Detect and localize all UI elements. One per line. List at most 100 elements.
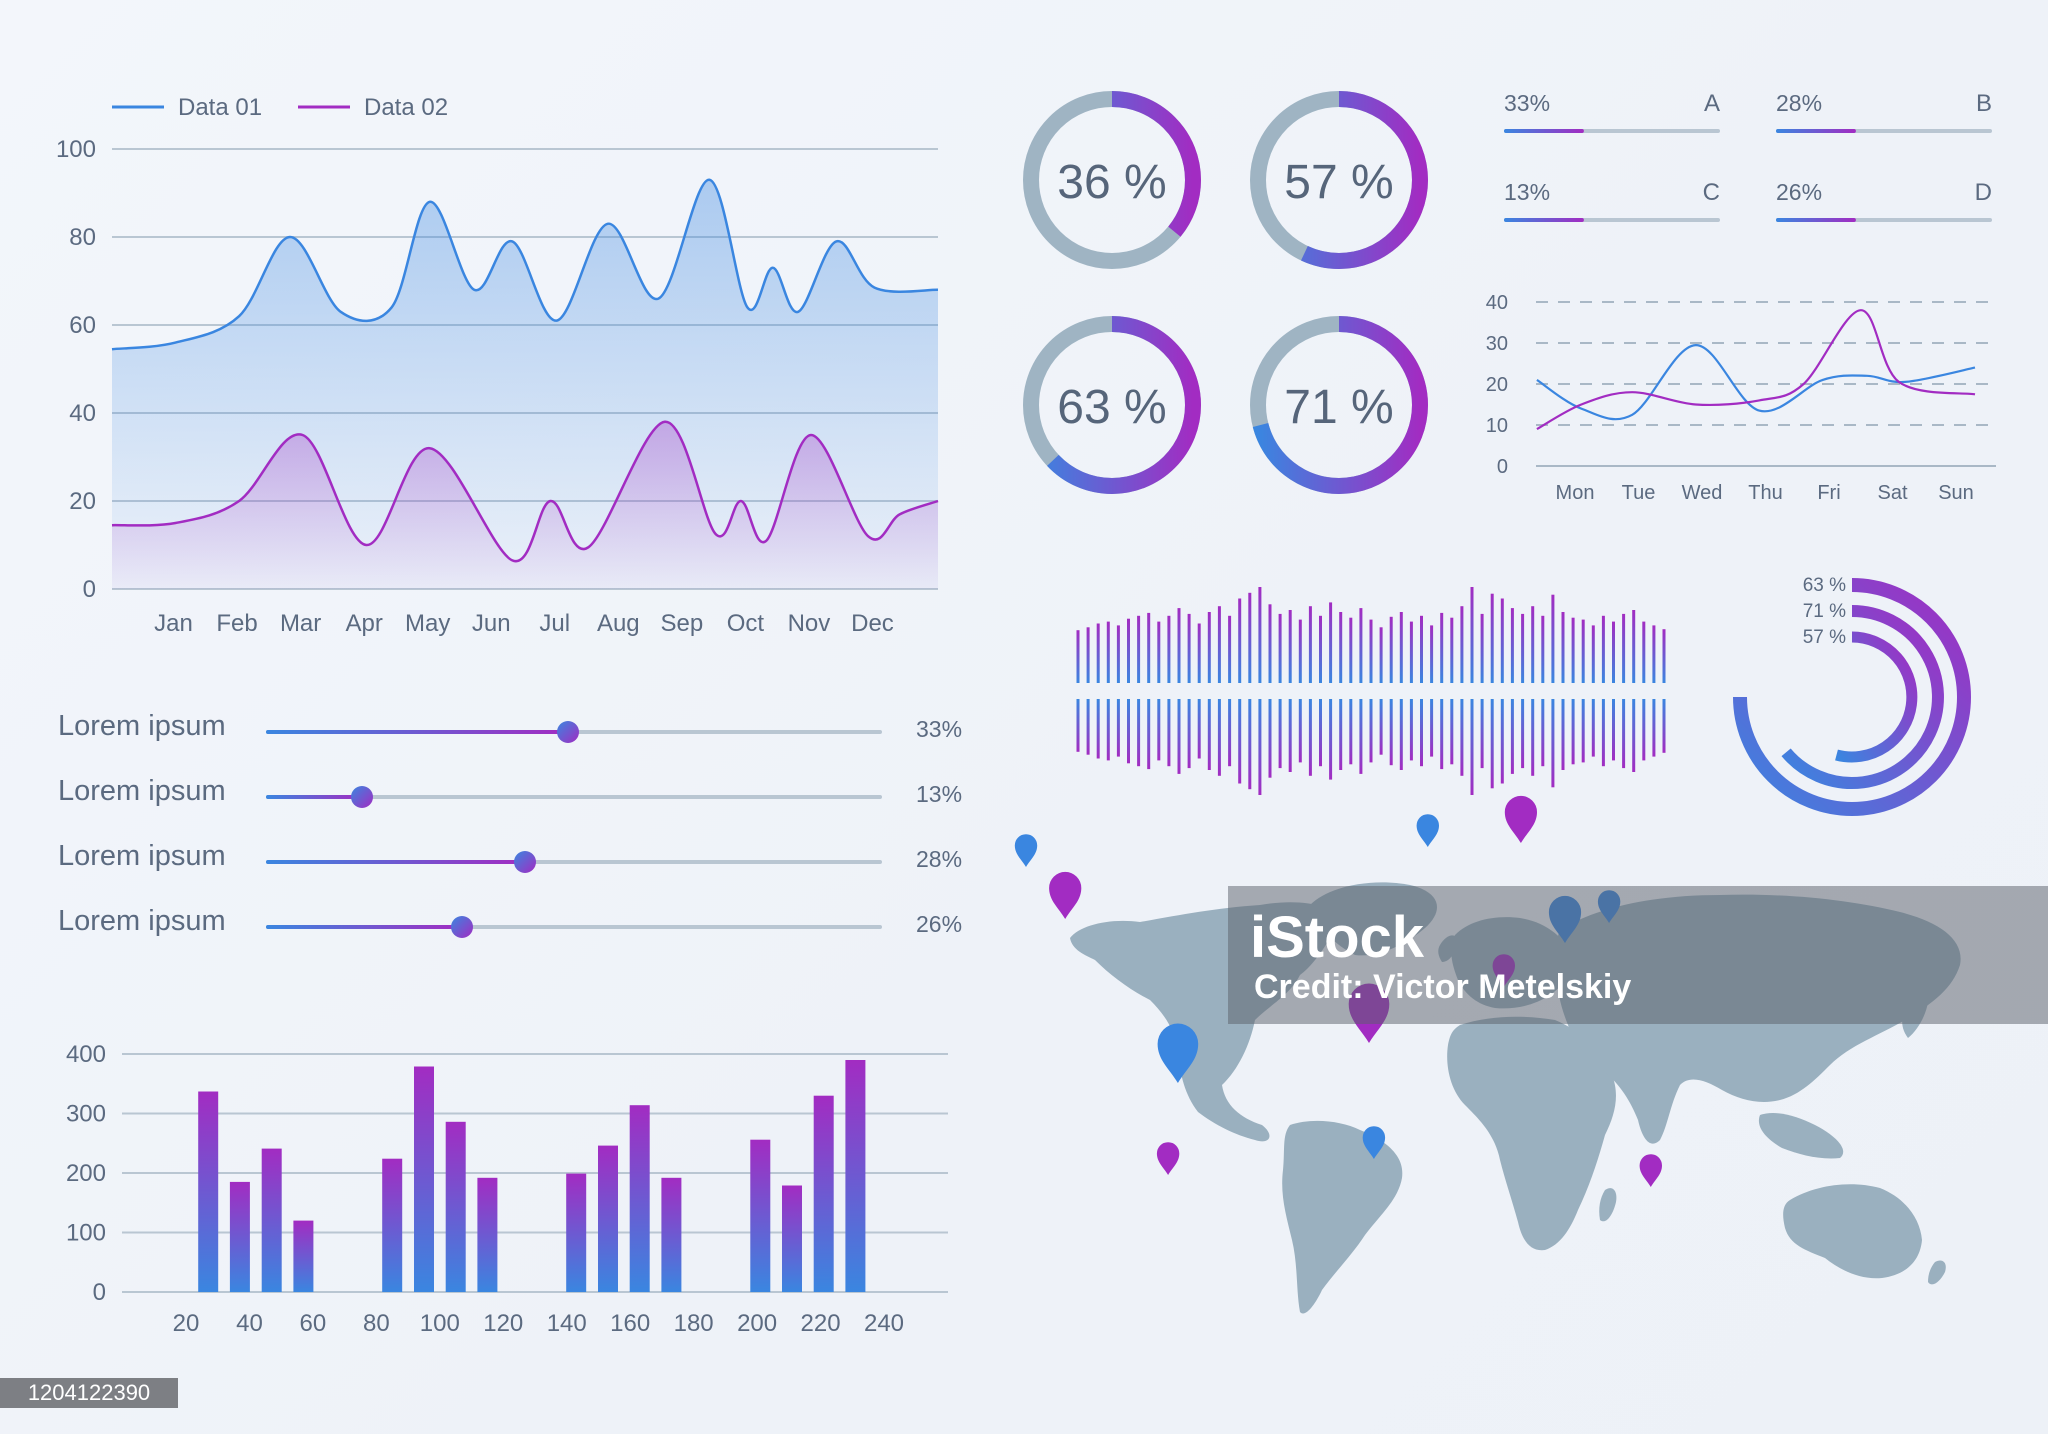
waveform-bar-top xyxy=(1632,610,1636,683)
world-map xyxy=(1014,795,1961,1314)
radial-label: 71 % xyxy=(1803,601,1846,622)
waveform-bar-top xyxy=(1157,621,1161,683)
slider-track[interactable] xyxy=(266,851,882,873)
map-pin-blue xyxy=(1416,814,1439,847)
waveform-bar-top xyxy=(1440,612,1444,683)
slider-track[interactable] xyxy=(266,786,882,808)
bar-chart: 0 100 200 300 400 20 40 60 80 100 120 140 160 180 200 2… xyxy=(66,1041,948,1337)
area-x-tick: Feb xyxy=(216,610,257,637)
waveform-bar-top xyxy=(1207,612,1211,683)
waveform-bar-bottom xyxy=(1450,699,1454,765)
waveform-bar-bottom xyxy=(1258,699,1262,795)
waveform-bar-top xyxy=(1106,621,1110,683)
slider-thumb[interactable] xyxy=(556,721,579,743)
bar-x-tick: 200 xyxy=(737,1310,777,1337)
map-pin-purple xyxy=(1156,1142,1180,1175)
waveform-bar-bottom xyxy=(1207,699,1211,770)
waveform-bar-bottom xyxy=(1662,699,1666,753)
slider-value: 28% xyxy=(916,846,963,872)
area-chart: Data 01 Data 02 0 20 40 60 80 100 Jan Feb Mar Ap… xyxy=(56,94,939,637)
bar-x-tick: 80 xyxy=(363,1310,390,1337)
waveform-bar-top xyxy=(1339,612,1343,683)
bar-g2-4 xyxy=(477,1177,498,1292)
waveform-bar-top xyxy=(1116,625,1120,683)
waveform-bar-bottom xyxy=(1379,699,1383,755)
waveform-bar-top xyxy=(1561,612,1565,683)
waveform-bar-top xyxy=(1329,602,1333,683)
waveform-bar-top xyxy=(1409,621,1413,683)
progress-fill xyxy=(1504,129,1584,133)
waveform-bar-bottom xyxy=(1228,699,1232,767)
donut-label: 36 % xyxy=(1057,156,1166,209)
waveform-bar-top xyxy=(1359,608,1363,683)
map-pin-purple xyxy=(1049,871,1082,919)
waveform-bar-bottom xyxy=(1248,699,1252,790)
watermark-brand: iStock xyxy=(1250,905,1425,970)
waveform-bar-bottom xyxy=(1551,699,1555,788)
weekly-line-chart: 0 10 20 30 40 Mon Tue Wed Thu Fri Sat Sun xyxy=(1486,292,1996,504)
week-line-series-1 xyxy=(1536,343,1976,421)
progress-name: B xyxy=(1976,90,1992,117)
week-x-tick: Sun xyxy=(1938,482,1974,504)
australia-shape xyxy=(1783,1184,1922,1279)
stock-id-label: 1204122390 xyxy=(0,1378,178,1408)
waveform-bar-bottom xyxy=(1440,699,1444,770)
waveform-bar-bottom xyxy=(1096,699,1100,759)
waveform-bar-top xyxy=(1076,630,1080,683)
watermark-credit: Credit: Victor Metelskiy xyxy=(1254,968,1632,1006)
bar-y-tick: 0 xyxy=(93,1279,106,1306)
map-pin-blue xyxy=(1014,834,1038,867)
waveform-bar-bottom xyxy=(1339,699,1343,770)
progress-name: A xyxy=(1704,90,1720,117)
waveform-bar-top xyxy=(1258,587,1262,683)
week-x-tick: Mon xyxy=(1556,482,1595,504)
slider-track[interactable] xyxy=(266,916,882,938)
waveform-bar-top xyxy=(1420,615,1423,683)
waveform-bar-top xyxy=(1622,613,1626,683)
week-x-tick: Thu xyxy=(1748,482,1782,504)
area-x-tick: Oct xyxy=(727,610,765,637)
waveform-bar-top xyxy=(1127,618,1130,683)
bar-g4-2 xyxy=(782,1185,802,1292)
slider-label: Lorem ipsum xyxy=(58,775,226,807)
bar-g1-1 xyxy=(198,1091,219,1292)
radial-label: 63 % xyxy=(1803,575,1846,596)
waveform-bar-top xyxy=(1480,613,1484,683)
waveform-bar-bottom xyxy=(1197,699,1201,759)
waveform-bar-top xyxy=(1086,627,1090,683)
bar-g2-1 xyxy=(382,1158,403,1292)
waveform-bar-bottom xyxy=(1177,699,1181,774)
waveform-bar-top xyxy=(1531,606,1535,683)
waveform-bar-top xyxy=(1298,619,1302,683)
area-x-tick: Jul xyxy=(539,610,570,637)
week-y-tick: 20 xyxy=(1486,374,1508,396)
waveform-bar-top xyxy=(1187,613,1191,683)
slider-thumb[interactable] xyxy=(450,916,473,938)
waveform-bar-bottom xyxy=(1571,699,1575,765)
waveform-bar-top xyxy=(1571,617,1575,683)
progress-pct: 26% xyxy=(1776,179,1822,205)
bar-g3-2 xyxy=(598,1145,618,1292)
madagascar-shape xyxy=(1599,1188,1617,1222)
progress-item-b: 28% B xyxy=(1776,90,1992,133)
slider-track[interactable] xyxy=(266,721,882,743)
progress-pct: 13% xyxy=(1504,179,1550,205)
slider-thumb[interactable] xyxy=(351,786,374,808)
bar-x-tick: 20 xyxy=(173,1310,200,1337)
waveform-bar-bottom xyxy=(1076,699,1080,752)
waveform-bar-bottom xyxy=(1490,699,1494,789)
area-x-tick: Sep xyxy=(660,610,703,637)
waveform-bar-bottom xyxy=(1329,699,1333,780)
waveform-bar-top xyxy=(1612,621,1615,683)
waveform-bar-top xyxy=(1228,615,1232,683)
map-pin-purple xyxy=(1639,1154,1662,1187)
waveform-bar-top xyxy=(1369,619,1373,683)
bar-g1-3 xyxy=(261,1148,282,1292)
bar-y-tick: 300 xyxy=(66,1101,106,1128)
bar-g4-3 xyxy=(813,1095,834,1292)
slider-thumb[interactable] xyxy=(513,851,536,873)
waveform-bar-top xyxy=(1642,621,1646,683)
waveform-bar-bottom xyxy=(1359,699,1363,774)
new-zealand-shape xyxy=(1928,1260,1946,1285)
slider-value: 13% xyxy=(916,781,963,807)
